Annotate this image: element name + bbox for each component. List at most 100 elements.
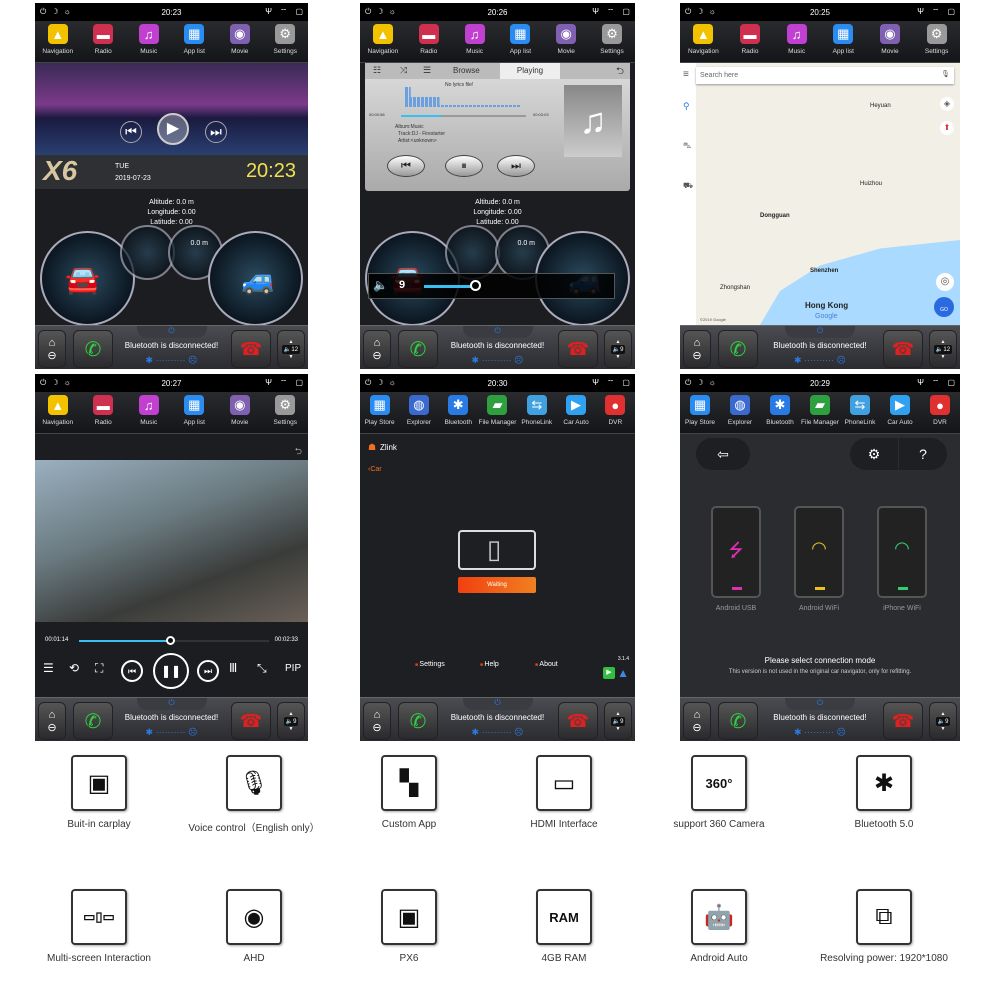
tab-playing[interactable]: Playing <box>500 63 560 79</box>
app-music[interactable]: ♫ Music <box>453 24 497 55</box>
call-button[interactable]: ✆ <box>718 330 758 368</box>
connection-mode-iphone-wifi[interactable]: ◠ <box>877 506 927 598</box>
layers-icon[interactable]: ◈ <box>940 97 954 111</box>
app-navigation[interactable]: ▲ Navigation <box>681 24 725 55</box>
volume-control[interactable]: ▲ 🔈12 ▼ <box>277 330 305 368</box>
volume-up-icon[interactable]: ▲ <box>289 339 294 345</box>
hangup-button[interactable]: ☎ <box>883 702 923 740</box>
back-icon[interactable]: ⊖ <box>692 349 701 362</box>
app-navigation[interactable]: ▲ Navigation <box>36 395 80 426</box>
previous-button[interactable]: ⏮ <box>387 155 425 177</box>
seek-bar[interactable] <box>401 115 526 117</box>
power-tab[interactable]: ⏻ <box>462 698 533 710</box>
brightness-icon[interactable]: ☼ <box>64 378 71 388</box>
android-auto-icon[interactable]: ▲ <box>617 666 629 680</box>
playlist-icon[interactable]: ☰ <box>43 661 54 675</box>
app-app-list[interactable]: ▦ App list <box>172 395 216 426</box>
back-icon[interactable]: ⮌ <box>616 64 624 81</box>
shuffle-icon[interactable]: ⤨ <box>400 65 407 76</box>
hangup-button[interactable]: ☎ <box>883 330 923 368</box>
app-phonelink[interactable]: ⇆ PhoneLink <box>840 395 880 426</box>
power-icon[interactable]: ⏻ <box>685 378 691 388</box>
volume-control[interactable]: ▲ 🔈9 ▼ <box>277 702 305 740</box>
volume-slider-handle[interactable] <box>470 280 481 291</box>
power-icon[interactable]: ⏻ <box>365 7 371 17</box>
home-icon[interactable]: ⌂ <box>49 337 56 349</box>
equalizer-icon[interactable]: ☷ <box>373 65 381 76</box>
power-icon[interactable]: ⏻ <box>40 7 46 17</box>
my-location-icon[interactable]: ◎ <box>936 273 954 291</box>
power-tab[interactable]: ⏻ <box>136 698 207 710</box>
go-button[interactable]: GO <box>934 297 954 317</box>
power-tab[interactable]: ⏻ <box>785 326 855 338</box>
app-app-list[interactable]: ▦ App list <box>821 24 865 55</box>
previous-icon[interactable]: ⏮ <box>120 121 142 143</box>
volume-up-icon[interactable]: ▲ <box>289 711 294 717</box>
app-play-store[interactable]: ▦ Play Store <box>360 395 399 426</box>
app-settings[interactable]: ⚙ Settings <box>915 24 959 55</box>
brightness-icon[interactable]: ☼ <box>389 378 396 388</box>
app-settings[interactable]: ⚙ Settings <box>263 24 307 55</box>
recent-apps-icon[interactable]: ▢ <box>295 378 303 388</box>
call-button[interactable]: ✆ <box>398 330 438 368</box>
hangup-button[interactable]: ☎ <box>231 330 271 368</box>
equalizer-icon[interactable]: Ⅲ <box>229 661 237 675</box>
volume-down-icon[interactable]: ▼ <box>941 726 946 732</box>
brightness-icon[interactable]: ☼ <box>64 7 71 17</box>
power-icon[interactable]: ⏻ <box>685 7 691 17</box>
call-button[interactable]: ✆ <box>73 702 113 740</box>
pause-icon[interactable]: ❚❚ <box>153 653 189 689</box>
tab-browse[interactable]: Browse <box>453 66 480 75</box>
app-app-list[interactable]: ▦ App list <box>172 24 216 55</box>
exit-button[interactable]: ⇦ <box>696 438 750 470</box>
volume-control[interactable]: ▲ 🔈9 ▼ <box>604 330 632 368</box>
app-car-auto[interactable]: ▶ Car Auto <box>556 395 595 426</box>
moon-icon[interactable]: ☽ <box>696 7 703 17</box>
volume-control[interactable]: ▲ 🔈12 ▼ <box>929 330 957 368</box>
power-tab[interactable]: ⏻ <box>136 326 207 338</box>
next-icon[interactable]: ⏭ <box>205 121 227 143</box>
pause-button[interactable]: ⏸ <box>445 155 483 177</box>
menu-icon[interactable]: ≡ <box>683 69 689 80</box>
car-icon[interactable]: ⛍ <box>683 141 691 151</box>
home-icon[interactable]: ⌂ <box>694 337 701 349</box>
fullscreen-icon[interactable]: ⛶ <box>95 661 103 676</box>
home-icon[interactable]: ⌂ <box>374 337 381 349</box>
app-app-list[interactable]: ▦ App list <box>498 24 542 55</box>
list-icon[interactable]: ☰ <box>423 65 431 76</box>
carplay-icon[interactable]: ▶ <box>603 667 615 679</box>
pip-button[interactable]: PIP <box>285 663 301 674</box>
volume-down-icon[interactable]: ▼ <box>616 726 621 732</box>
next-icon[interactable]: ⏭ <box>197 660 219 682</box>
app-radio[interactable]: ▬ Radio <box>81 395 125 426</box>
transit-icon[interactable]: ⛟ <box>683 181 693 191</box>
settings-button[interactable]: ⚙ <box>850 438 898 470</box>
app-music[interactable]: ♫ Music <box>127 24 171 55</box>
volume-slider[interactable] <box>424 285 472 288</box>
volume-down-icon[interactable]: ▼ <box>289 354 294 360</box>
next-button[interactable]: ⏭ <box>497 155 535 177</box>
home-icon[interactable]: ⌂ <box>49 709 56 721</box>
app-dvr[interactable]: ● DVR <box>920 395 960 426</box>
app-navigation[interactable]: ▲ Navigation <box>36 24 80 55</box>
connection-mode-android-usb[interactable]: ⭍ <box>711 506 761 598</box>
moon-icon[interactable]: ☽ <box>376 7 383 17</box>
recent-apps-icon[interactable]: ▢ <box>622 7 630 17</box>
previous-icon[interactable]: ⏮ <box>121 660 143 682</box>
app-navigation[interactable]: ▲ Navigation <box>361 24 405 55</box>
app-radio[interactable]: ▬ Radio <box>728 24 772 55</box>
hangup-button[interactable]: ☎ <box>558 330 598 368</box>
app-explorer[interactable]: ◍ Explorer <box>720 395 760 426</box>
app-movie[interactable]: ◉ Movie <box>218 24 262 55</box>
video-frame[interactable] <box>35 460 308 622</box>
search-input[interactable] <box>696 67 954 84</box>
app-settings[interactable]: ⚙ Settings <box>263 395 307 426</box>
app-movie[interactable]: ◉ Movie <box>218 395 262 426</box>
menu-about[interactable]: ■ About <box>535 661 558 668</box>
menu-settings[interactable]: ■ Settings <box>415 661 445 668</box>
recent-apps-icon[interactable]: ▢ <box>295 7 303 17</box>
moon-icon[interactable]: ☽ <box>376 378 383 388</box>
volume-down-icon[interactable]: ▼ <box>289 726 294 732</box>
power-tab[interactable]: ⏻ <box>785 698 855 710</box>
volume-control[interactable]: ▲ 🔈9 ▼ <box>929 702 957 740</box>
